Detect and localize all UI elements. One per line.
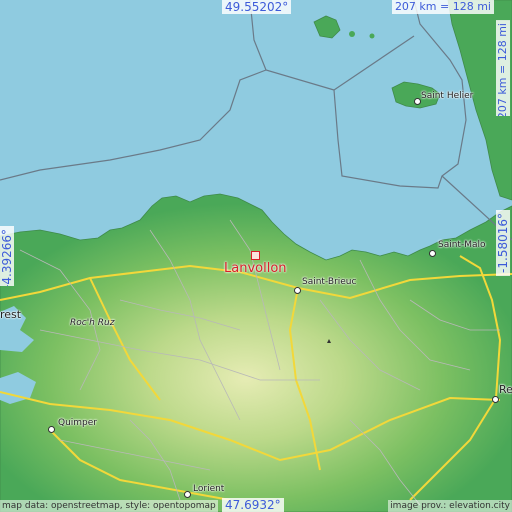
east-longitude-label: -1.58016° (496, 210, 510, 276)
lorient-dot (184, 491, 191, 498)
city-label-saint-brieuc: Saint-Brieuc (302, 277, 357, 287)
sark-islet (349, 31, 355, 37)
city-label-lorient: Lorient (193, 484, 225, 494)
west-longitude-wrap: -4.39266° (0, 226, 16, 286)
quimper-dot (48, 426, 55, 433)
west-longitude-label: -4.39266° (0, 226, 14, 286)
saint-helier-dot (414, 98, 421, 105)
city-label-quimper: Quimper (58, 418, 98, 428)
saint-malo-dot (429, 250, 436, 257)
east-longitude-wrap: -1.58016° (496, 210, 512, 288)
city-label-roch-ruz: Roc'h Ruz (70, 318, 115, 328)
city-label-brest-partial: rest (0, 308, 22, 321)
horizontal-scale-label: 207 km = 128 mi (391, 0, 494, 14)
image-attribution: image prov.: elevation.city (388, 500, 512, 512)
location-marker[interactable] (251, 251, 260, 260)
map-view[interactable]: 49.55202° 47.6932° 207 km = 128 mi -4.39… (0, 0, 512, 512)
saint-brieuc-dot (294, 287, 301, 294)
city-label-rennes-partial: Re (499, 383, 512, 396)
place-name-label: Lanvollon (224, 261, 287, 276)
city-label-saint-helier: Saint Helier (421, 91, 474, 101)
vertical-scale-wrap: 207 km = 128 mi (496, 20, 512, 116)
herm-islet (369, 33, 375, 39)
vertical-scale-label: 207 km = 128 mi (496, 20, 510, 116)
rennes-dot (492, 396, 499, 403)
city-label-saint-malo: Saint-Malo (438, 240, 486, 250)
north-latitude-label: 49.55202° (222, 0, 292, 14)
map-attribution: map data: openstreetmap, style: opentopo… (0, 500, 218, 512)
south-latitude-label: 47.6932° (222, 498, 284, 512)
